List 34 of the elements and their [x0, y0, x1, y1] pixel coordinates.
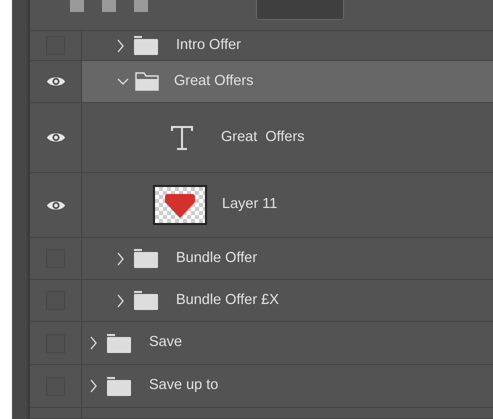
folder-icon [107, 376, 131, 396]
folder-icon [134, 36, 158, 55]
layer-row[interactable]: Great Offers [82, 103, 493, 172]
chevron-right-icon[interactable] [117, 38, 125, 52]
fill-field[interactable] [256, 0, 344, 20]
folder-icon [107, 334, 131, 352]
visibility-eye-icon[interactable] [46, 75, 66, 88]
layer-name: Intro Offer [176, 36, 242, 55]
layer-name: Layer 11 [222, 195, 278, 214]
layer-row[interactable]: Bundle Offer [82, 238, 493, 279]
chevron-right-icon[interactable] [90, 379, 98, 393]
folder-icon [134, 249, 158, 268]
layer-name: Save [149, 333, 182, 352]
layer-name: Save up to [149, 376, 218, 396]
chevron-right-icon[interactable] [90, 336, 98, 350]
visibility-eye-icon[interactable] [46, 198, 66, 212]
chevron-right-icon[interactable] [117, 252, 125, 266]
chevron-down-icon[interactable] [117, 78, 129, 86]
layer-name: Bundle Offer [176, 248, 258, 268]
layer-name: Great Offers [174, 72, 254, 91]
chevron-right-icon[interactable] [117, 294, 125, 308]
layer-row[interactable]: Save [82, 322, 493, 364]
layer-row[interactable]: Intro Offer [82, 31, 493, 60]
layer-row[interactable]: Layer 11 [82, 173, 493, 237]
layer-row[interactable]: Save up to [82, 365, 493, 407]
folder-icon [134, 291, 158, 310]
folder-icon [135, 72, 159, 91]
visibility-eye-icon[interactable] [46, 131, 66, 144]
layer-row[interactable]: Great Offers [82, 61, 493, 102]
layer-row[interactable]: Bundle Offer £X [82, 280, 493, 321]
shield-icon [163, 192, 197, 218]
layer-name: Bundle Offer £X [176, 290, 279, 310]
text-layer-icon [171, 126, 193, 150]
layer-name: Great Offers [221, 128, 305, 147]
